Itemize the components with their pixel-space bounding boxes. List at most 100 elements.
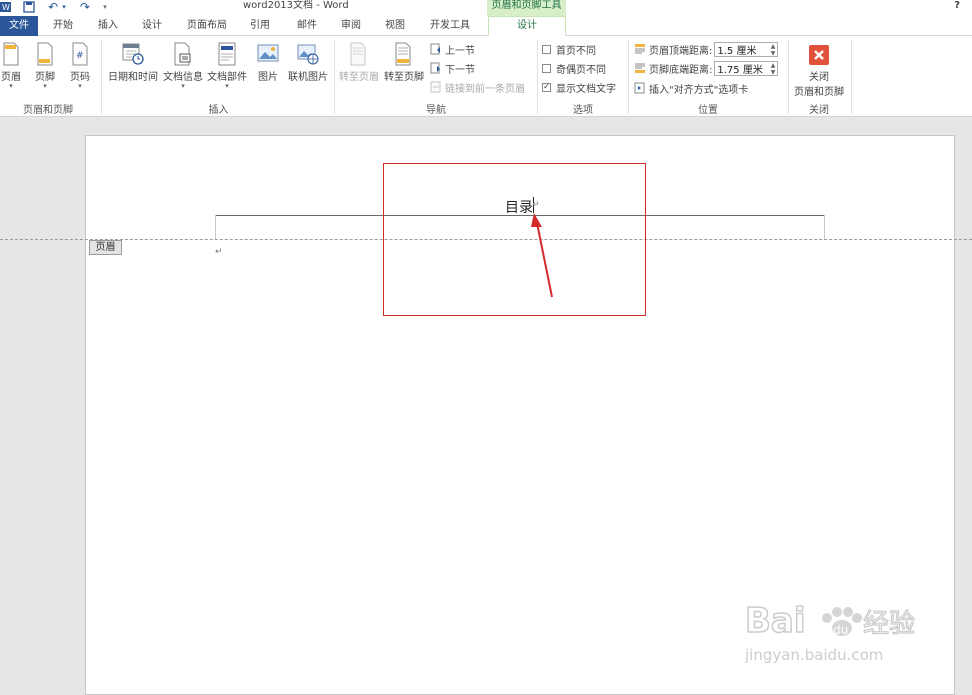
checkbox-unchecked[interactable] bbox=[542, 44, 551, 54]
goto-footer-icon bbox=[395, 42, 411, 66]
different-odd-even-checkbox[interactable]: 奇偶页不同 bbox=[542, 60, 606, 76]
customize-quick-access-icon[interactable]: ▾ bbox=[100, 0, 110, 14]
next-section-button[interactable]: 下一节 bbox=[430, 60, 475, 76]
redo-icon[interactable]: ↷ bbox=[78, 0, 92, 14]
footer-distance-value: 1.75 厘米 bbox=[717, 64, 763, 76]
picture-button[interactable]: 图片 bbox=[254, 42, 282, 83]
ribbon: 页眉 ▾ 页脚 ▾ # 页码 ▾ 页眉和页脚 日期和时间 文档信息 ▾ 文档部件… bbox=[0, 36, 972, 117]
footer-distance-label: 页脚底端距离: bbox=[649, 64, 713, 76]
group-label-header-footer: 页眉和页脚 bbox=[23, 105, 73, 116]
group-separator bbox=[851, 40, 852, 114]
baidu-watermark-logo: Bai du 经验 jingyan.baidu.com bbox=[745, 600, 916, 664]
next-section-label: 下一节 bbox=[445, 64, 475, 76]
tab-references[interactable]: 引用 bbox=[245, 16, 275, 36]
help-button[interactable]: ? bbox=[954, 0, 960, 11]
header-distance-icon bbox=[635, 44, 645, 54]
spinner-arrows-icon[interactable]: ▲ ▼ bbox=[771, 62, 776, 76]
checkbox-unchecked[interactable] bbox=[542, 63, 551, 73]
title-bar: W ↶ ▾ ↷ ▾ word2013文档 - Word 页眉和页脚工具 ? bbox=[0, 0, 972, 16]
header-button[interactable]: 页眉 ▾ bbox=[0, 42, 22, 90]
page-number-button[interactable]: # 页码 ▾ bbox=[68, 42, 92, 90]
insert-alignment-tab-button[interactable]: 插入"对齐方式"选项卡 bbox=[634, 80, 748, 96]
svg-text:Bai: Bai bbox=[745, 601, 806, 641]
paragraph-mark: ↵ bbox=[215, 247, 223, 257]
tab-home[interactable]: 开始 bbox=[48, 16, 78, 36]
picture-label: 图片 bbox=[258, 72, 278, 83]
date-time-label: 日期和时间 bbox=[108, 72, 158, 83]
goto-header-button[interactable]: 转至页眉 bbox=[338, 42, 380, 83]
group-separator bbox=[537, 40, 538, 114]
footer-button[interactable]: 页脚 ▾ bbox=[33, 42, 57, 90]
different-first-page-label: 首页不同 bbox=[556, 45, 596, 57]
group-label-position: 位置 bbox=[698, 105, 718, 116]
link-to-previous-button[interactable]: 链接到前一条页眉 bbox=[430, 79, 525, 95]
online-picture-icon bbox=[297, 44, 319, 65]
show-document-text-checkbox[interactable]: ✓ 显示文档文字 bbox=[542, 79, 616, 95]
tab-mailings[interactable]: 邮件 bbox=[292, 16, 322, 36]
word-app-icon[interactable]: W bbox=[0, 0, 12, 14]
insert-alignment-tab-label: 插入"对齐方式"选项卡 bbox=[649, 84, 749, 96]
goto-footer-button[interactable]: 转至页脚 bbox=[382, 42, 426, 83]
different-odd-even-label: 奇偶页不同 bbox=[556, 64, 606, 76]
tab-review[interactable]: 审阅 bbox=[336, 16, 366, 36]
header-distance-spinner[interactable]: 1.5 厘米 ▲ ▼ bbox=[714, 41, 779, 57]
svg-text:du: du bbox=[833, 623, 848, 637]
tab-file[interactable]: 文件 bbox=[0, 16, 38, 36]
online-picture-button[interactable]: 联机图片 bbox=[287, 42, 329, 83]
header-distance-label: 页眉顶端距离: bbox=[649, 45, 713, 57]
tab-header-footer-design[interactable]: 设计 bbox=[488, 16, 566, 36]
document-info-label: 文档信息 bbox=[163, 72, 203, 83]
tab-design-doc[interactable]: 设计 bbox=[137, 16, 167, 36]
svg-text:jingyan.baidu.com: jingyan.baidu.com bbox=[745, 646, 883, 664]
previous-section-button[interactable]: 上一节 bbox=[430, 41, 475, 57]
footer-icon bbox=[37, 42, 53, 66]
close-header-footer-button[interactable]: 关闭 页眉和页脚 bbox=[790, 44, 848, 98]
undo-dropdown-icon[interactable]: ▾ bbox=[60, 0, 68, 14]
previous-section-icon bbox=[430, 43, 440, 55]
tab-view[interactable]: 视图 bbox=[380, 16, 410, 36]
goto-header-label: 转至页眉 bbox=[339, 72, 379, 83]
group-label-options: 选项 bbox=[573, 105, 593, 116]
quick-parts-icon bbox=[218, 42, 236, 66]
header-icon bbox=[3, 42, 19, 66]
group-label-navigation: 导航 bbox=[426, 105, 446, 116]
tab-page-layout[interactable]: 页面布局 bbox=[182, 16, 232, 36]
svg-text:W: W bbox=[2, 3, 10, 12]
group-separator bbox=[788, 40, 789, 114]
header-margin-marker-right bbox=[824, 215, 825, 240]
page-number-icon: # bbox=[72, 42, 88, 66]
quick-parts-label: 文档部件 bbox=[207, 72, 247, 83]
goto-header-icon bbox=[350, 42, 366, 66]
tab-insert[interactable]: 插入 bbox=[93, 16, 123, 36]
online-picture-label: 联机图片 bbox=[288, 72, 328, 83]
save-icon[interactable] bbox=[22, 0, 36, 14]
close-icon bbox=[809, 45, 829, 65]
quick-parts-button[interactable]: 文档部件 ▾ bbox=[206, 42, 248, 90]
svg-text:#: # bbox=[76, 51, 84, 61]
date-time-button[interactable]: 日期和时间 bbox=[106, 42, 160, 83]
link-icon bbox=[430, 81, 441, 93]
picture-icon bbox=[257, 44, 279, 62]
document-info-button[interactable]: 文档信息 ▾ bbox=[162, 42, 204, 90]
calendar-clock-icon bbox=[122, 43, 144, 65]
document-title: word2013文档 - Word bbox=[243, 0, 349, 11]
different-first-page-checkbox[interactable]: 首页不同 bbox=[542, 41, 596, 57]
group-label-insert: 插入 bbox=[208, 105, 229, 116]
header-margin-marker-left bbox=[215, 215, 216, 240]
undo-icon[interactable]: ↶ bbox=[46, 0, 60, 14]
annotation-highlight-box bbox=[383, 163, 646, 316]
group-separator bbox=[101, 40, 102, 114]
previous-section-label: 上一节 bbox=[445, 45, 475, 57]
footer-button-label: 页脚 bbox=[35, 72, 55, 83]
svg-text:经验: 经验 bbox=[863, 609, 915, 639]
checkmark-icon[interactable]: ✓ bbox=[542, 82, 551, 92]
close-label-line2: 页眉和页脚 bbox=[794, 87, 844, 98]
goto-footer-label: 转至页脚 bbox=[384, 72, 424, 83]
tab-developer[interactable]: 开发工具 bbox=[424, 16, 476, 36]
footer-distance-icon bbox=[635, 63, 645, 73]
page-number-button-label: 页码 bbox=[70, 72, 90, 83]
header-distance-row: 页眉顶端距离: 1.5 厘米 ▲ ▼ bbox=[634, 41, 779, 57]
group-label-close: 关闭 bbox=[809, 105, 829, 116]
footer-distance-spinner[interactable]: 1.75 厘米 ▲ ▼ bbox=[714, 60, 779, 76]
spinner-arrows-icon[interactable]: ▲ ▼ bbox=[771, 43, 776, 57]
